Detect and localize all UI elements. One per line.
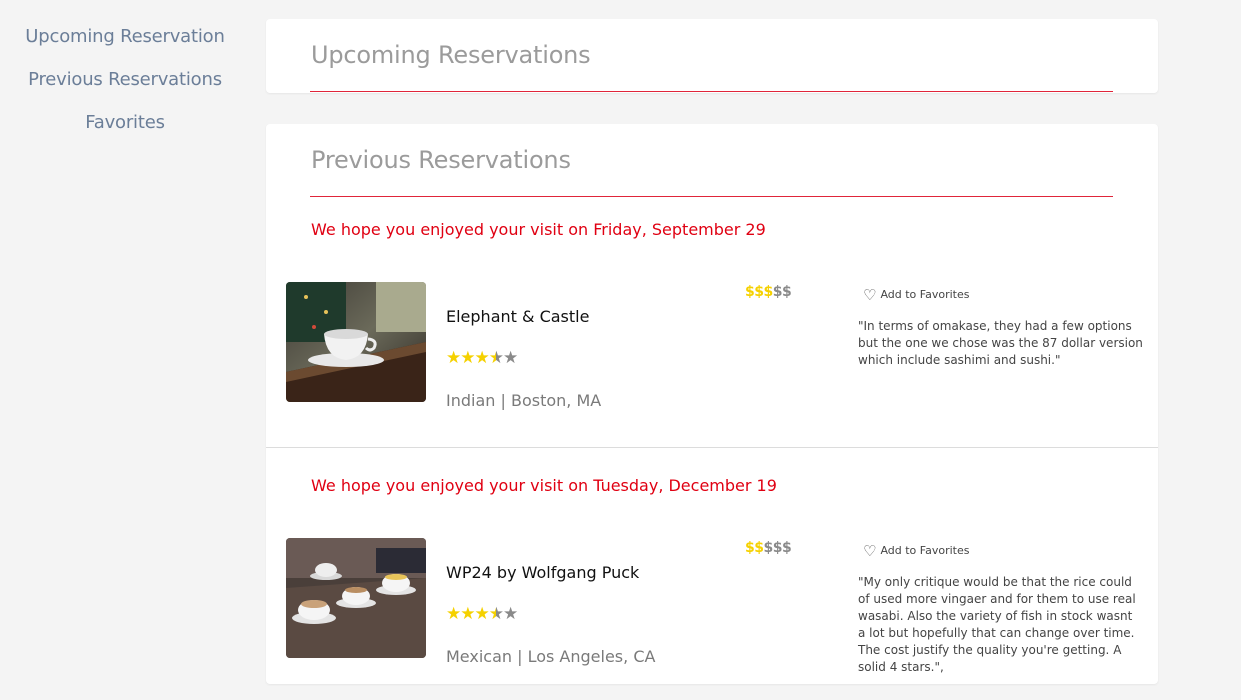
price-symbol: $ <box>745 284 755 300</box>
previous-divider <box>310 196 1113 197</box>
restaurant-photo[interactable] <box>286 282 426 402</box>
star-icon: ★ <box>503 604 518 624</box>
star-icon: ★ <box>460 604 475 624</box>
review-text: "In terms of omakase, they had a few opt… <box>858 319 1143 367</box>
upcoming-reservations-card: Upcoming Reservations <box>266 19 1158 93</box>
rating-stars: ★★★★★ <box>446 348 518 368</box>
price-symbol: $ <box>745 540 755 556</box>
price-level: $$$$$ <box>745 540 792 556</box>
price-symbol: $ <box>763 540 774 556</box>
sidebar-item-favorites[interactable]: Favorites <box>0 112 250 134</box>
visit-message: We hope you enjoyed your visit on Tuesda… <box>311 476 777 495</box>
star-icon: ★ <box>460 348 475 368</box>
price-symbol: $ <box>782 540 792 556</box>
heart-outline-icon: ♡ <box>863 542 877 560</box>
upcoming-title: Upcoming Reservations <box>311 41 591 69</box>
previous-reservations-card: Previous Reservations We hope you enjoye… <box>266 124 1158 684</box>
add-to-favorites-button[interactable]: ♡ Add to Favorites <box>863 286 969 304</box>
star-icon: ★ <box>474 348 490 368</box>
favorite-label: Add to Favorites <box>880 288 970 301</box>
restaurant-photo[interactable] <box>286 538 426 658</box>
visit-message: We hope you enjoyed your visit on Friday… <box>311 220 766 239</box>
favorite-label: Add to Favorites <box>880 544 970 557</box>
star-icon: ★ <box>488 604 504 624</box>
price-level: $$$$$ <box>745 284 792 300</box>
star-icon: ★ <box>488 348 504 368</box>
reservation-item: We hope you enjoyed your visit on Tuesda… <box>266 460 1158 700</box>
sidebar-item-upcoming[interactable]: Upcoming Reservation <box>0 26 250 48</box>
price-symbol: $ <box>782 284 792 300</box>
upcoming-divider <box>310 91 1113 92</box>
star-icon: ★ <box>446 348 461 368</box>
review-text: "My only critique would be that the rice… <box>858 575 1136 674</box>
rating-stars: ★★★★★ <box>446 604 518 624</box>
price-symbol: $ <box>763 284 774 300</box>
cuisine-location: Mexican | Los Angeles, CA <box>446 647 656 666</box>
restaurant-name[interactable]: Elephant & Castle <box>446 307 589 326</box>
add-to-favorites-button[interactable]: ♡ Add to Favorites <box>863 542 969 560</box>
heart-outline-icon: ♡ <box>863 286 877 304</box>
previous-title: Previous Reservations <box>311 146 571 174</box>
restaurant-name[interactable]: WP24 by Wolfgang Puck <box>446 563 639 582</box>
price-symbol: $ <box>772 540 783 556</box>
sidebar-nav: Upcoming Reservation Previous Reservatio… <box>0 26 250 155</box>
price-symbol: $ <box>754 284 764 300</box>
star-icon: ★ <box>446 604 461 624</box>
star-icon: ★ <box>474 604 490 624</box>
price-symbol: $ <box>754 540 764 556</box>
cuisine-location: Indian | Boston, MA <box>446 391 602 410</box>
price-symbol: $ <box>772 284 783 300</box>
sidebar-item-previous[interactable]: Previous Reservations <box>0 69 250 91</box>
reservation-item: We hope you enjoyed your visit on Friday… <box>266 204 1158 448</box>
star-icon: ★ <box>503 348 518 368</box>
